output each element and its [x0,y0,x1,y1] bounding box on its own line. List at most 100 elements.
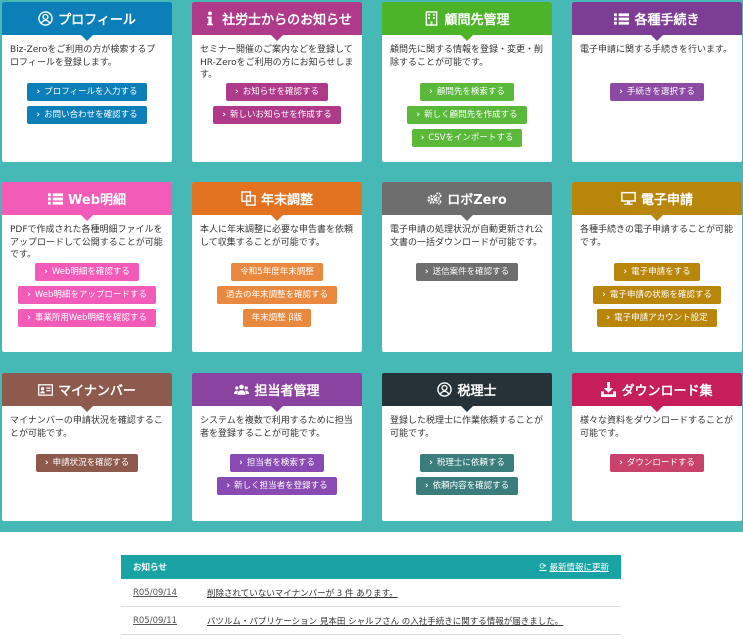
card-header-sharoushi[interactable]: 社労士からのお知らせ [192,2,362,41]
card-actions: › プロフィールを入力する › お問い合わせを確認する [2,83,172,124]
user-icon [38,11,53,26]
action-button-label: Web明細を確認する [51,267,130,277]
card-title: 顧問先管理 [444,13,510,28]
action-button[interactable]: › 電子申請の状態を確認する [593,286,721,304]
action-button[interactable]: › 送信案件を確認する [415,263,519,281]
chevron-right-icon: › [619,458,623,468]
gears-icon [427,191,442,206]
download-icon [601,382,617,397]
chevron-right-icon: › [36,87,41,97]
card-tax-accountant: 税理士 登録した税理士に作業依頼することが可能です。 › 税理士に依頼する › 依頼内容を… [382,373,552,521]
action-button-label: 新しく担当者を登録する [234,481,328,491]
action-button[interactable]: › ダウンロードする [610,454,704,472]
chevron-right-icon: › [602,290,606,300]
action-button[interactable]: › 事業所用Web明細を確認する [18,309,156,327]
action-button[interactable]: › 新しいお知らせを作成する [213,106,341,124]
card-download: ダウンロード集 様々な資料をダウンロードすることが可能です。 › ダウンロードする [572,373,742,521]
action-button-label: 事業所用Web明細を確認する [34,313,147,323]
card-title: プロフィール [58,13,136,28]
card-header-client[interactable]: 顧問先管理 [382,2,552,41]
action-button[interactable]: ›過去の年末調整を確認する [216,286,337,304]
action-button[interactable]: › Web明細をアップロードする [18,286,156,304]
card-description: 本人に年末調整に必要な申告書を依頼して収集することが可能です。 [200,225,354,248]
card-header-download[interactable]: ダウンロード集 [572,373,742,412]
news-message[interactable]: 削除されていないマイナンバーが 3 件 あります。 [207,587,398,599]
card-header-staff[interactable]: 担当者管理 [192,373,362,412]
building-icon [424,11,439,26]
news-date[interactable]: R05/09/11 [121,616,207,626]
card-description: 電子申請に関する手続きを行います。 [580,45,733,55]
card-header-procedures[interactable]: 各種手続き [572,2,742,41]
card-description: Biz-Zeroをご利用の方が検索するプロフィールを登録します。 [10,45,156,68]
action-button-label: 申請状況を確認する [52,458,130,468]
card-title: ダウンロード集 [621,384,713,399]
card-title: 担当者管理 [254,384,320,399]
card-description: セミナー開催のご案内などを登録してHR-Zeroをご利用の方にお知らせします。 [200,45,354,80]
chevron-right-icon: › [36,110,41,120]
action-button[interactable]: › お知らせを確認する [225,83,329,101]
card-header-profile[interactable]: プロフィール [2,2,172,41]
user-icon [437,382,453,397]
card-header-tax-accountant[interactable]: 税理士 [382,373,552,412]
list-icon [614,11,630,26]
copy-icon [241,191,256,206]
card-description: 各種手続きの電子申請することが可能です。 [580,225,734,248]
card-actions: › 申請状況を確認する [2,454,172,472]
action-button[interactable]: › 顧問先を検索する [420,83,514,101]
monitor-icon [621,191,636,206]
card-title: 社労士からのお知らせ [222,13,352,28]
action-button-label: 過去の年末調整を確認する [225,290,328,300]
action-button[interactable]: ›年末調整 β版 [242,309,312,327]
action-button[interactable]: › Web明細を確認する [35,263,139,281]
action-button[interactable]: › 担当者を検索する [230,454,324,472]
action-button-label: お知らせを確認する [242,87,320,97]
card-client: 顧問先管理 顧問先に関する情報を登録・変更・削除することが可能です。 › 顧問先を検索… [382,2,552,162]
action-button-label: 年末調整 β版 [251,313,303,323]
card-header-year-end[interactable]: 年末調整 [192,182,362,221]
card-header-e-filing[interactable]: 電子申請 [572,182,742,221]
action-button[interactable]: › 新しく担当者を登録する [217,477,337,495]
action-button[interactable]: › 依頼内容を確認する [415,477,519,495]
action-button[interactable]: › 申請状況を確認する [35,454,139,472]
news-item[interactable]: R05/09/14 削除されていないマイナンバーが 3 件 あります。 [121,579,621,607]
action-button-label: 顧問先を検索する [436,87,505,97]
action-button-label: 担当者を検索する [246,458,315,468]
card-procedures: 各種手続き電子申請に関する手続きを行います。 › 手続きを選択する [572,2,742,162]
card-title: ロボZero [447,193,507,208]
news-date[interactable]: R05/09/14 [121,588,207,598]
action-button[interactable]: › 新しく顧問先を作成する [407,106,527,124]
chevron-right-icon: › [27,313,31,323]
action-button[interactable]: › お問い合わせを確認する [27,106,147,124]
action-button-label: 新しく顧問先を作成する [424,110,518,120]
action-button[interactable]: › 税理士に依頼する [420,454,514,472]
card-title: マイナンバー [58,384,136,399]
menu-tiles-area: プロフィール Biz-Zeroをご利用の方が検索するプロフィールを登録します。 › プ… [0,0,743,532]
action-button[interactable]: ›令和5年度年末調整 [231,263,323,281]
card-header-robozero[interactable]: ロボZero [382,182,552,221]
card-actions: › 手続きを選択する [572,83,742,101]
action-button-label: 手続きを選択する [626,87,695,97]
list-icon [48,191,63,206]
news-panel: お知らせ ⟳ 最新情報に更新 R05/09/14 削除されていないマイナンバーが… [121,555,621,635]
chevron-right-icon: › [234,87,239,97]
action-button[interactable]: › CSVをインポートする [411,129,523,147]
refresh-link[interactable]: ⟳ 最新情報に更新 [539,561,609,573]
action-button[interactable]: › 手続きを選択する [610,83,704,101]
card-year-end: 年末調整本人に年末調整に必要な申告書を依頼して収集することが可能です。 ›令和5年… [192,182,362,352]
news-message[interactable]: バツルム・パプリケーション 見本田 シャルフさん の入社手続きに関する情報が届き… [207,615,563,627]
card-title: 各種手続き [634,13,700,28]
card-header-web-payslip[interactable]: Web明細 [2,182,172,221]
card-e-filing: 電子申請各種手続きの電子申請することが可能です。 › 電子申請をする › 電子申請の状態… [572,182,742,352]
action-button-label: お問い合わせを確認する [44,110,138,120]
card-header-mynumber[interactable]: マイナンバー [2,373,172,412]
card-actions: ›令和5年度年末調整 ›過去の年末調整を確認する ›年末調整 β版 [192,263,362,327]
news-item[interactable]: R05/09/11 バツルム・パプリケーション 見本田 シャルフさん の入社手続… [121,607,621,635]
card-web-payslip: Web明細 PDFで作成された各種明細ファイルをアップロードして公開することが可能… [2,182,172,352]
users-icon [234,382,250,397]
action-button[interactable]: › 電子申請アカウント設定 [597,309,717,327]
card-description: 電子申請の処理状況が自動更新され公文書の一括ダウンロードが可能です。 [390,225,544,248]
refresh-label: 最新情報に更新 [549,563,609,573]
action-button[interactable]: › 電子申請をする [614,263,700,281]
chevron-right-icon: › [606,313,611,323]
action-button[interactable]: › プロフィールを入力する [27,83,147,101]
